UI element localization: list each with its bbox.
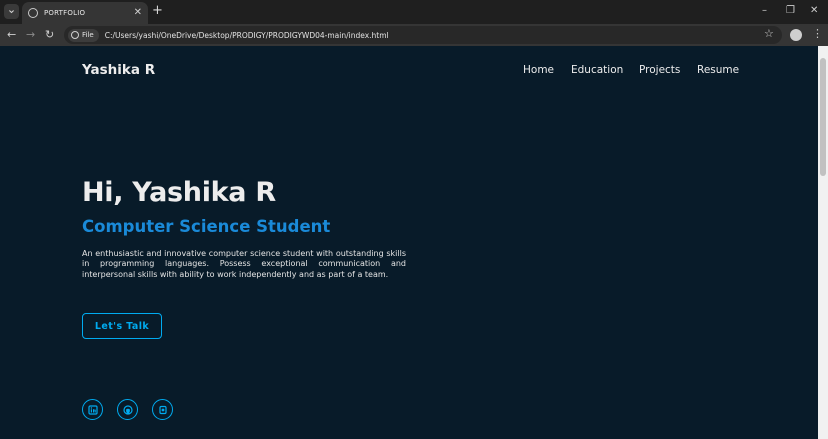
address-bar[interactable]: File C:/Users/yashi/OneDrive/Desktop/PRO…: [64, 26, 782, 44]
page-scrollbar[interactable]: [818, 46, 828, 439]
github-link[interactable]: [117, 399, 138, 420]
scrollbar-thumb[interactable]: [820, 58, 826, 176]
new-tab-button[interactable]: +: [152, 4, 163, 18]
tab-title: PORTFOLIO: [44, 9, 86, 17]
nav-link-education[interactable]: Education: [571, 64, 623, 76]
github-icon: [122, 404, 133, 415]
nav-link-resume[interactable]: Resume: [697, 64, 739, 76]
tab-close-icon[interactable]: ✕: [134, 8, 142, 18]
browser-toolbar: ← → ↻ File C:/Users/yashi/OneDrive/Deskt…: [0, 24, 828, 46]
tab-search-button[interactable]: [4, 4, 19, 19]
globe-icon: [28, 8, 38, 18]
hero-description: An enthusiastic and innovative computer …: [82, 249, 406, 279]
restore-button[interactable]: ❐: [786, 4, 795, 18]
lets-talk-button[interactable]: Let's Talk: [82, 313, 162, 339]
minimize-button[interactable]: –: [762, 4, 767, 18]
nav-link-home[interactable]: Home: [523, 64, 554, 76]
file-chip-label: File: [82, 31, 94, 39]
browser-menu-icon[interactable]: ⋮: [812, 27, 823, 40]
page-viewport: Yashika R Home Education Projects Resume…: [0, 46, 828, 439]
bookmark-star-icon[interactable]: ☆: [764, 27, 774, 40]
hero-title: Hi, Yashika R: [82, 177, 276, 208]
nav-link-projects[interactable]: Projects: [639, 64, 680, 76]
window-close-button[interactable]: ✕: [810, 4, 818, 18]
site-logo[interactable]: Yashika R: [82, 62, 155, 78]
browser-tab-portfolio[interactable]: PORTFOLIO ✕: [22, 2, 148, 24]
url-text[interactable]: C:/Users/yashi/OneDrive/Desktop/PRODIGY/…: [105, 31, 389, 40]
chevron-down-icon: [9, 10, 14, 14]
browser-tab-strip: PORTFOLIO ✕ + – ❐ ✕: [0, 0, 828, 24]
site-info-chip[interactable]: File: [68, 28, 99, 42]
reload-button[interactable]: ↻: [45, 28, 54, 42]
forward-button[interactable]: →: [26, 28, 35, 42]
info-icon: [71, 31, 79, 39]
portfolio-link[interactable]: [152, 399, 173, 420]
linkedin-icon: [87, 404, 98, 415]
linkedin-link[interactable]: [82, 399, 103, 420]
hero-subtitle: Computer Science Student: [82, 217, 331, 236]
portfolio-icon: [158, 405, 167, 414]
back-button[interactable]: ←: [7, 28, 16, 42]
profile-avatar-icon[interactable]: [790, 29, 802, 41]
